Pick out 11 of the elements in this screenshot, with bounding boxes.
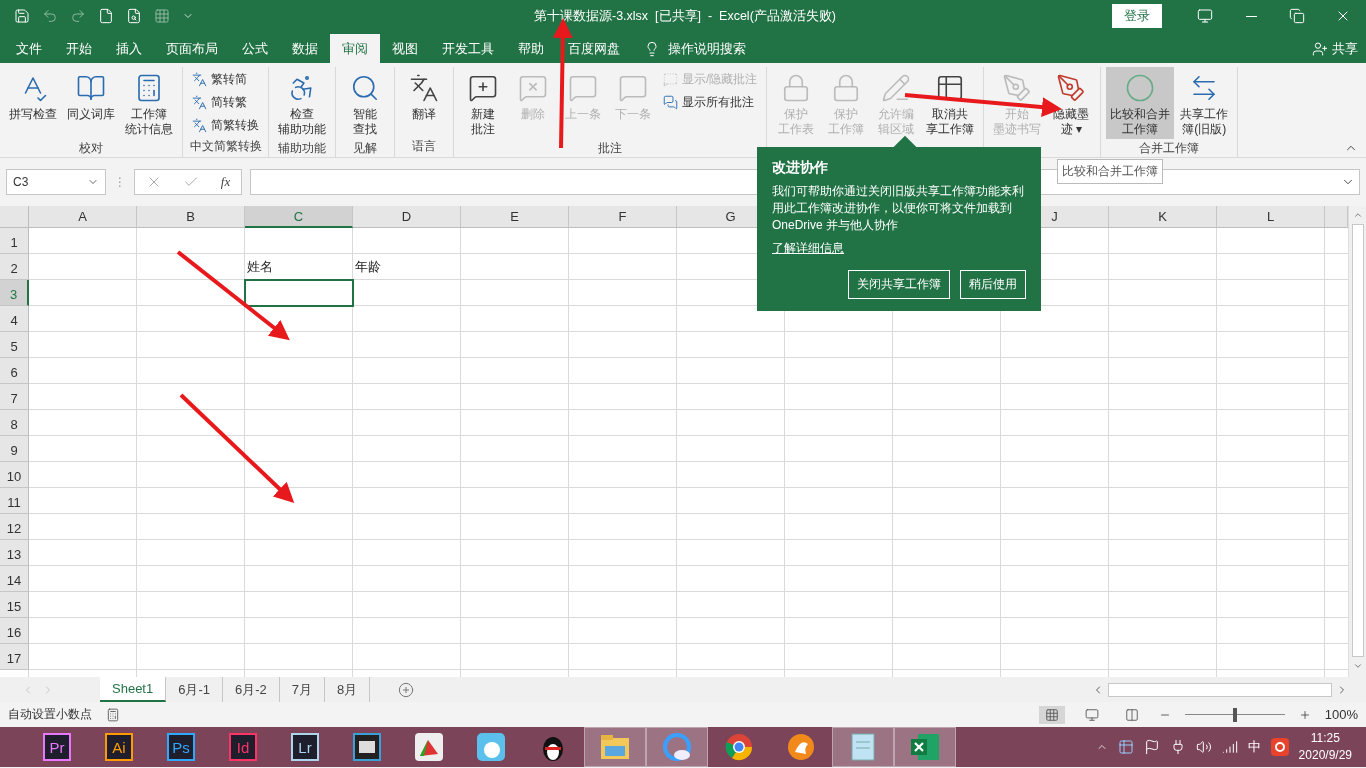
window-title: 第十课数据源-3.xlsx [已共享] - Excel(产品激活失败) <box>534 7 837 25</box>
group-label: 中文简繁转换 <box>188 138 263 155</box>
group-label: 校对 <box>78 140 104 157</box>
group-label: 批注 <box>597 140 624 157</box>
group-label: 见解 <box>352 140 378 157</box>
group-label: 合并工作簿 <box>1138 140 1201 157</box>
tooltip: 比较和合并工作簿 <box>1057 159 1163 184</box>
group-label: 辅助功能 <box>277 140 327 157</box>
popup-title: 改进协作 <box>772 159 829 177</box>
group-label: 语言 <box>411 138 437 155</box>
status-text: 自动设置小数点 <box>8 706 92 723</box>
